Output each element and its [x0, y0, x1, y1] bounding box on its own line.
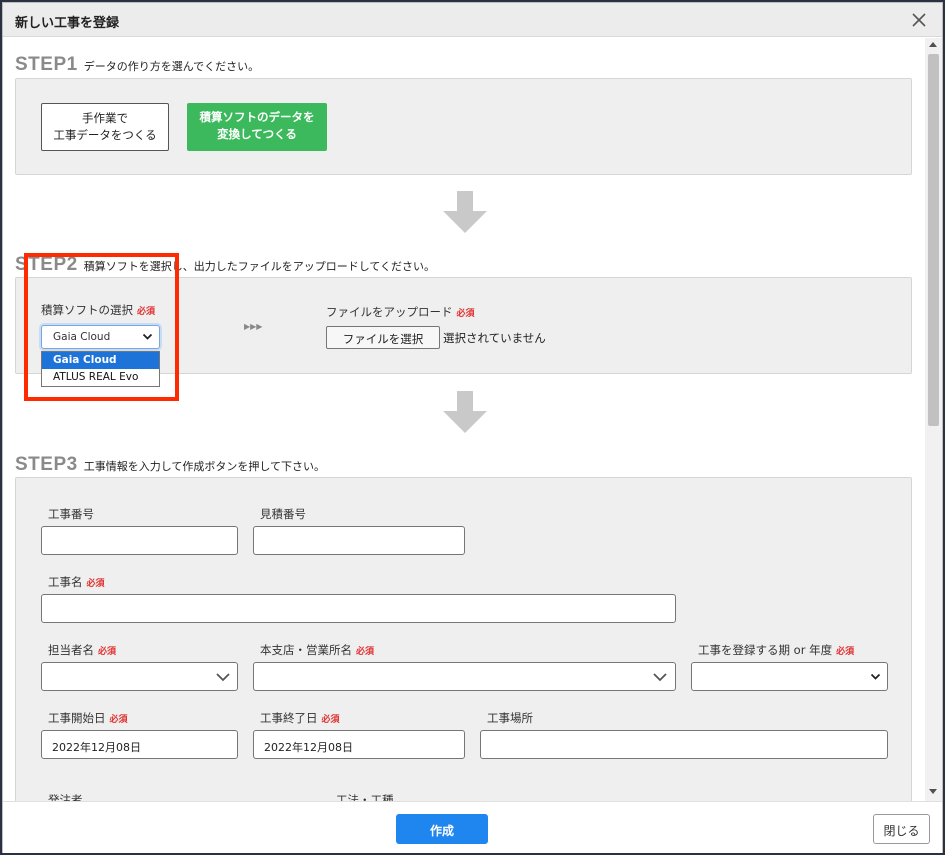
end-date-label: 工事終了日 必須: [260, 710, 340, 726]
close-icon[interactable]: [909, 10, 929, 30]
arrow-down-icon: [443, 191, 487, 233]
software-select-value: Gaia Cloud: [53, 331, 111, 343]
dialog-footer: 作成 閉じる: [3, 801, 942, 853]
choose-file-button[interactable]: ファイルを選択: [326, 326, 440, 349]
start-date-label-text: 工事開始日: [48, 711, 106, 725]
manual-create-button[interactable]: 手作業で 工事データをつくる: [41, 103, 169, 151]
new-project-dialog: 新しい工事を登録 STEP1 データの作り方を選んでください。 手作業で 工事デ…: [2, 2, 943, 853]
required-badge: 必須: [86, 579, 105, 589]
software-option-atlus[interactable]: ATLUS REAL Evo: [42, 369, 159, 386]
required-badge: 必須: [321, 715, 340, 725]
dialog-body[interactable]: STEP1 データの作り方を選んでください。 手作業で 工事データをつくる 積算…: [3, 38, 925, 801]
software-dropdown: Gaia Cloud ATLUS REAL Evo: [41, 351, 160, 387]
end-date-label-text: 工事終了日: [260, 711, 318, 725]
scroll-up-icon[interactable]: [929, 42, 937, 47]
software-select[interactable]: Gaia Cloud: [41, 325, 160, 349]
person-select[interactable]: [41, 662, 238, 691]
arrow-down-icon: [443, 391, 487, 433]
step1-description: データの作り方を選んでください。: [83, 60, 260, 73]
project-name-input[interactable]: [41, 594, 676, 623]
required-badge: 必須: [456, 309, 475, 319]
client-label: 発注者: [48, 793, 83, 801]
required-badge: 必須: [137, 307, 156, 317]
step2-description: 積算ソフトを選択し、出力したファイルをアップロードしてください。: [83, 260, 436, 273]
close-button[interactable]: 閉じる: [873, 814, 930, 844]
dialog-title: 新しい工事を登録: [15, 16, 120, 31]
period-label-text: 工事を登録する期 or 年度: [698, 643, 833, 657]
estimate-number-input[interactable]: [253, 526, 465, 555]
step1-label: STEP1: [15, 54, 78, 75]
manual-create-line2: 工事データをつくる: [53, 128, 157, 142]
location-label: 工事場所: [487, 711, 533, 725]
start-date-input[interactable]: 2022年12月08日: [41, 730, 238, 759]
scroll-down-icon[interactable]: [929, 789, 937, 794]
person-label-text: 担当者名: [48, 643, 94, 657]
scrollbar[interactable]: [925, 38, 942, 801]
upload-label-text: ファイルをアップロード: [326, 305, 453, 319]
manual-create-line1: 手作業で: [82, 111, 128, 125]
scrollbar-thumb[interactable]: [928, 54, 939, 426]
next-arrows-icon: ▶▶▶: [244, 322, 263, 331]
dialog-titlebar: 新しい工事を登録: [3, 3, 942, 37]
chevron-down-icon: [653, 673, 667, 682]
software-label-text: 積算ソフトの選択: [41, 303, 133, 317]
required-badge: 必須: [98, 647, 117, 657]
convert-line2: 変換してつくる: [217, 127, 297, 141]
chevron-down-icon: [142, 333, 153, 340]
project-name-label-text: 工事名: [48, 575, 83, 589]
chevron-down-icon: [870, 673, 881, 680]
chevron-down-icon: [216, 673, 230, 682]
step2-panel: 積算ソフトの選択 必須 Gaia Cloud Gaia Cloud ATLUS R…: [15, 277, 912, 387]
step1-panel: 手作業で 工事データをつくる 積算ソフトのデータを 変換してつくる: [15, 78, 912, 175]
step3-description: 工事情報を入力して作成ボタンを押して下さい。: [83, 460, 326, 473]
required-badge: 必須: [356, 647, 375, 657]
branch-select[interactable]: [253, 662, 676, 691]
upload-label: ファイルをアップロード 必須: [326, 304, 475, 320]
convert-line1: 積算ソフトのデータを: [199, 110, 315, 124]
step2-label: STEP2: [15, 254, 78, 275]
start-date-label: 工事開始日 必須: [48, 710, 128, 726]
project-name-label: 工事名 必須: [48, 574, 105, 590]
step2-header: STEP2 積算ソフトを選択し、出力したファイルをアップロードしてください。: [15, 254, 435, 276]
period-select[interactable]: [691, 662, 888, 691]
step3-header: STEP3 工事情報を入力して作成ボタンを押して下さい。: [15, 454, 325, 476]
period-label: 工事を登録する期 or 年度 必須: [698, 642, 854, 658]
project-number-label: 工事番号: [48, 507, 94, 521]
required-badge: 必須: [109, 715, 128, 725]
convert-software-button[interactable]: 積算ソフトのデータを 変換してつくる: [187, 103, 327, 151]
file-status: 選択されていません: [443, 331, 546, 345]
branch-label-text: 本支店・営業所名: [260, 643, 352, 657]
step1-header: STEP1 データの作り方を選んでください。: [15, 54, 259, 76]
step3-label: STEP3: [15, 454, 78, 475]
end-date-input[interactable]: 2022年12月08日: [253, 730, 465, 759]
project-number-input[interactable]: [41, 526, 238, 555]
person-label: 担当者名 必須: [48, 642, 116, 658]
software-option-gaia[interactable]: Gaia Cloud: [42, 352, 159, 369]
branch-label: 本支店・営業所名 必須: [260, 642, 374, 658]
step3-panel: 工事番号 見積番号 工事名 必須 担当者名 必須 本支店・営業所名 必須 工事を…: [15, 477, 912, 801]
create-button[interactable]: 作成: [396, 814, 488, 844]
location-input[interactable]: [480, 730, 888, 759]
method-label: 工法・工種: [336, 793, 394, 801]
software-label: 積算ソフトの選択 必須: [41, 302, 155, 318]
estimate-number-label: 見積番号: [260, 507, 306, 521]
required-badge: 必須: [836, 647, 855, 657]
